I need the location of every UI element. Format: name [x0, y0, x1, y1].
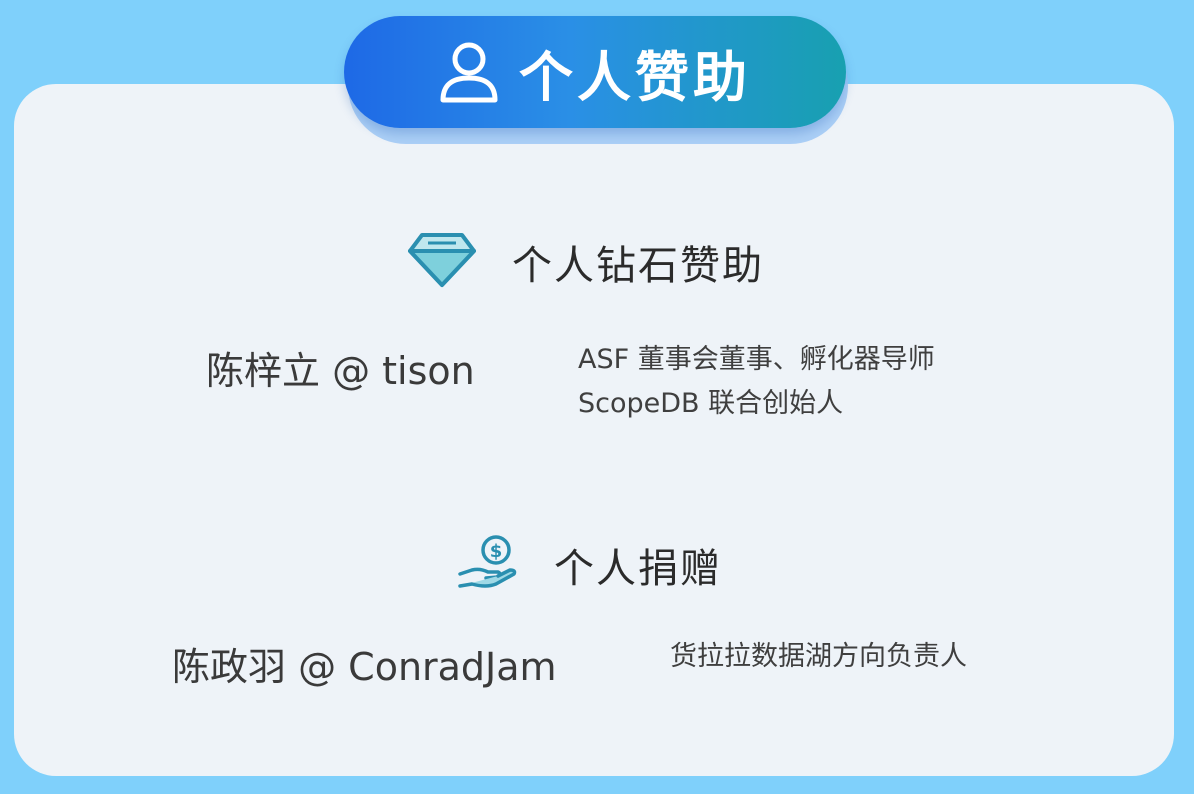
svg-text:$: $: [490, 541, 503, 562]
sponsor-description: ASF 董事会董事、孵化器导师 ScopeDB 联合创始人: [578, 338, 935, 426]
section-donation-header: $ 个人捐赠: [458, 534, 722, 596]
diamond-icon: [408, 232, 476, 292]
page-title: 个人赞助: [519, 45, 751, 109]
sponsor-description-line: ASF 董事会董事、孵化器导师: [578, 344, 935, 375]
donation-hand-icon: $: [458, 534, 518, 596]
section-donation-title: 个人捐赠: [554, 546, 722, 592]
user-icon: [439, 40, 499, 104]
donor-description-line: 货拉拉数据湖方向负责人: [670, 641, 967, 672]
sponsor-description-line: ScopeDB 联合创始人: [578, 388, 844, 419]
section-diamond-header: 个人钻石赞助: [408, 232, 764, 292]
donor-description: 货拉拉数据湖方向负责人: [670, 635, 967, 679]
section-diamond-title: 个人钻石赞助: [512, 243, 764, 289]
donor-name: 陈政羽 @ ConradJam: [172, 645, 557, 689]
header-banner: 个人赞助: [344, 16, 846, 128]
sponsor-name: 陈梓立 @ tison: [206, 349, 475, 393]
